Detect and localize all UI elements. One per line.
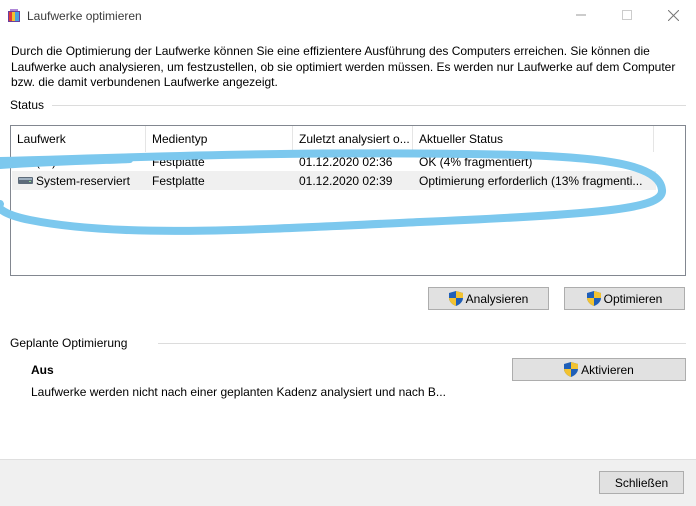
last-analyzed-cell: 01.12.2020 02:36 bbox=[299, 154, 393, 169]
column-header-drive[interactable]: Laufwerk bbox=[11, 126, 146, 152]
close-label: Schließen bbox=[614, 475, 669, 490]
drive-row-c[interactable]: (C:) Festplatte 01.12.2020 02:36 OK (4% … bbox=[12, 152, 656, 171]
defrag-app-icon bbox=[8, 9, 20, 22]
drive-name: System-reserviert bbox=[36, 173, 131, 188]
column-header-last-analyzed[interactable]: Zuletzt analysiert o... bbox=[293, 126, 413, 152]
last-analyzed-cell: 01.12.2020 02:39 bbox=[299, 173, 393, 188]
close-window-button[interactable] bbox=[650, 0, 696, 30]
current-status-cell: OK (4% fragmentiert) bbox=[419, 154, 533, 169]
status-group-label: Status bbox=[10, 98, 51, 112]
media-type-cell: Festplatte bbox=[152, 154, 205, 169]
drive-cell: (C:) bbox=[12, 155, 146, 169]
drive-list[interactable]: Laufwerk Medientyp Zuletzt analysiert o.… bbox=[10, 125, 686, 276]
status-group-divider bbox=[52, 105, 686, 106]
activate-label: Aktivieren bbox=[581, 362, 634, 377]
column-header-current-status[interactable]: Aktueller Status bbox=[413, 126, 654, 152]
drive-cell: System-reserviert bbox=[12, 174, 146, 188]
hard-drive-icon bbox=[18, 177, 33, 184]
drive-row-system-reserved[interactable]: System-reserviert Festplatte 01.12.2020 … bbox=[12, 171, 656, 190]
optimize-label: Optimieren bbox=[603, 291, 663, 306]
media-type-cell: Festplatte bbox=[152, 173, 205, 188]
column-header-media-type[interactable]: Medientyp bbox=[146, 126, 293, 152]
close-icon bbox=[667, 9, 679, 21]
title-bar: Laufwerke optimieren bbox=[0, 0, 696, 32]
uac-shield-icon bbox=[448, 291, 463, 306]
schedule-description: Laufwerke werden nicht nach einer geplan… bbox=[31, 385, 446, 399]
intro-description: Durch die Optimierung der Laufwerke könn… bbox=[11, 44, 676, 89]
schedule-state: Aus bbox=[31, 363, 54, 377]
uac-shield-icon bbox=[564, 362, 579, 377]
activate-button[interactable]: Aktivieren bbox=[512, 358, 686, 381]
close-button[interactable]: Schließen bbox=[599, 471, 684, 494]
maximize-icon bbox=[622, 10, 632, 20]
optimize-button[interactable]: Optimieren bbox=[564, 287, 685, 310]
minimize-icon bbox=[576, 14, 586, 16]
window-title: Laufwerke optimieren bbox=[27, 9, 142, 23]
minimize-button[interactable] bbox=[558, 0, 604, 30]
hard-drive-icon bbox=[18, 158, 33, 165]
analyze-label: Analysieren bbox=[465, 291, 529, 306]
uac-shield-icon bbox=[586, 291, 601, 306]
current-status-cell: Optimierung erforderlich (13% fragmenti.… bbox=[419, 173, 643, 188]
schedule-group-label: Geplante Optimierung bbox=[10, 336, 134, 350]
schedule-group-divider bbox=[158, 343, 686, 344]
maximize-button[interactable] bbox=[604, 0, 650, 30]
analyze-button[interactable]: Analysieren bbox=[428, 287, 549, 310]
drive-name: (C:) bbox=[36, 154, 56, 169]
dialog-footer bbox=[0, 459, 696, 506]
drive-list-header: Laufwerk Medientyp Zuletzt analysiert o.… bbox=[11, 126, 685, 152]
